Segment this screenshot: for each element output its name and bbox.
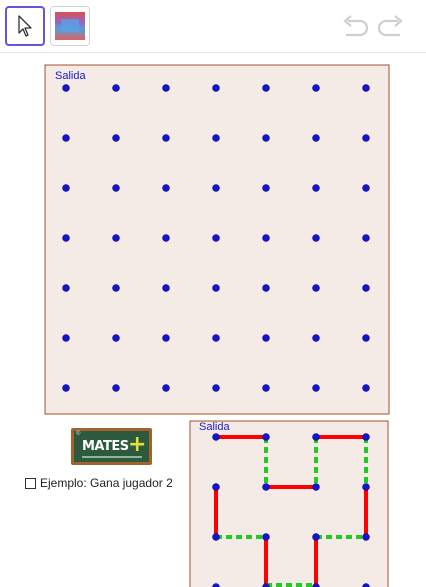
example-board — [189, 420, 389, 587]
grid-dot — [62, 234, 70, 242]
example-checkbox[interactable] — [25, 477, 36, 489]
grid-dot — [362, 134, 370, 142]
example-checkbox-label: Ejemplo: Gana jugador 2 — [40, 476, 173, 490]
grid-dot — [212, 384, 220, 392]
grid-dot — [112, 134, 120, 142]
grid-dot — [162, 184, 170, 192]
grid-dot — [262, 384, 270, 392]
grid-dot — [62, 384, 70, 392]
grid-dot — [362, 184, 370, 192]
grid-dot — [112, 334, 120, 342]
grid-dot — [162, 234, 170, 242]
grid-dot — [312, 234, 320, 242]
grid-dot — [262, 284, 270, 292]
grid-dot — [312, 533, 320, 541]
grid-dot — [112, 234, 120, 242]
grid-dot — [62, 284, 70, 292]
grid-dot — [112, 384, 120, 392]
grid-dot — [362, 84, 370, 92]
grid-dot — [362, 334, 370, 342]
grid-dot — [62, 134, 70, 142]
logo-underline — [82, 456, 142, 458]
mates-logo: ® MATES + — [71, 428, 152, 465]
grid-dot — [262, 134, 270, 142]
grid-dot — [312, 334, 320, 342]
grid-dot — [312, 284, 320, 292]
grid-dot — [262, 433, 270, 441]
grid-dot — [212, 334, 220, 342]
grid-dot — [362, 533, 370, 541]
example-checkbox-row[interactable]: Ejemplo: Gana jugador 2 — [25, 475, 173, 491]
grid-dot — [362, 384, 370, 392]
grid-dot — [212, 84, 220, 92]
grid-dot — [112, 84, 120, 92]
grid-dot — [162, 284, 170, 292]
grid-dot — [362, 284, 370, 292]
grid-dot — [262, 234, 270, 242]
example-board-label: Salida — [199, 421, 230, 433]
grid-dot — [212, 184, 220, 192]
grid-dot — [162, 334, 170, 342]
grid-dot — [312, 184, 320, 192]
grid-dot — [62, 84, 70, 92]
grid-dot — [262, 483, 270, 491]
grid-dot — [312, 433, 320, 441]
grid-dot — [212, 134, 220, 142]
grid-dot — [212, 234, 220, 242]
logo-text: MATES — [82, 439, 129, 454]
grid-dot — [212, 533, 220, 541]
grid-dot — [112, 284, 120, 292]
grid-dot — [312, 134, 320, 142]
grid-dot — [262, 334, 270, 342]
grid-dot — [162, 84, 170, 92]
grid-dot — [162, 384, 170, 392]
logo-plus-sign: + — [128, 432, 147, 457]
grid-dot — [212, 483, 220, 491]
grid-dot — [162, 134, 170, 142]
main-board-label: Salida — [55, 70, 86, 82]
grid-dot — [212, 433, 220, 441]
grid-dot — [212, 284, 220, 292]
grid-dot — [362, 433, 370, 441]
grid-dot — [112, 184, 120, 192]
grid-dot — [312, 483, 320, 491]
grid-dot — [262, 533, 270, 541]
geoboard-canvas — [44, 64, 390, 587]
grid-dot — [262, 84, 270, 92]
grid-dot — [312, 384, 320, 392]
grid-dot — [312, 84, 320, 92]
grid-dot — [362, 234, 370, 242]
registered-mark: ® — [76, 431, 81, 437]
grid-dot — [262, 184, 270, 192]
grid-dot — [62, 334, 70, 342]
grid-dot — [362, 483, 370, 491]
grid-dot — [62, 184, 70, 192]
